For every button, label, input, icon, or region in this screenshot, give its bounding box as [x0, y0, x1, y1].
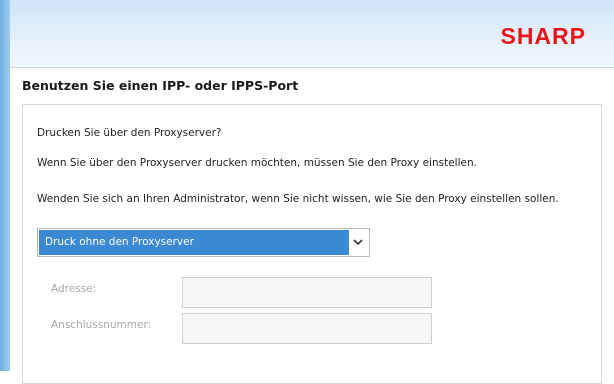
address-label: Adresse:: [51, 283, 97, 295]
address-input[interactable]: [182, 277, 432, 308]
port-number-label: Anschlussnummer:: [51, 319, 152, 331]
sharp-logo: SHARP: [500, 23, 586, 49]
port-number-input[interactable]: [182, 313, 432, 344]
window-frame-left: [0, 0, 10, 371]
proxy-question-text: Drucken Sie über den Proxyserver?: [37, 127, 222, 139]
chevron-down-icon[interactable]: [352, 236, 364, 248]
proxy-mode-dropdown[interactable]: Druck ohne den Proxyserver: [37, 228, 370, 257]
page-title: Benutzen Sie einen IPP- oder IPPS-Port: [22, 78, 299, 93]
header-banner: SHARP: [10, 0, 614, 68]
proxy-info-text: Wenn Sie über den Proxyserver drucken mö…: [37, 157, 477, 169]
proxy-mode-selected-value: Druck ohne den Proxyserver: [39, 230, 349, 255]
admin-info-text: Wenden Sie sich an Ihren Administrator, …: [37, 193, 559, 205]
